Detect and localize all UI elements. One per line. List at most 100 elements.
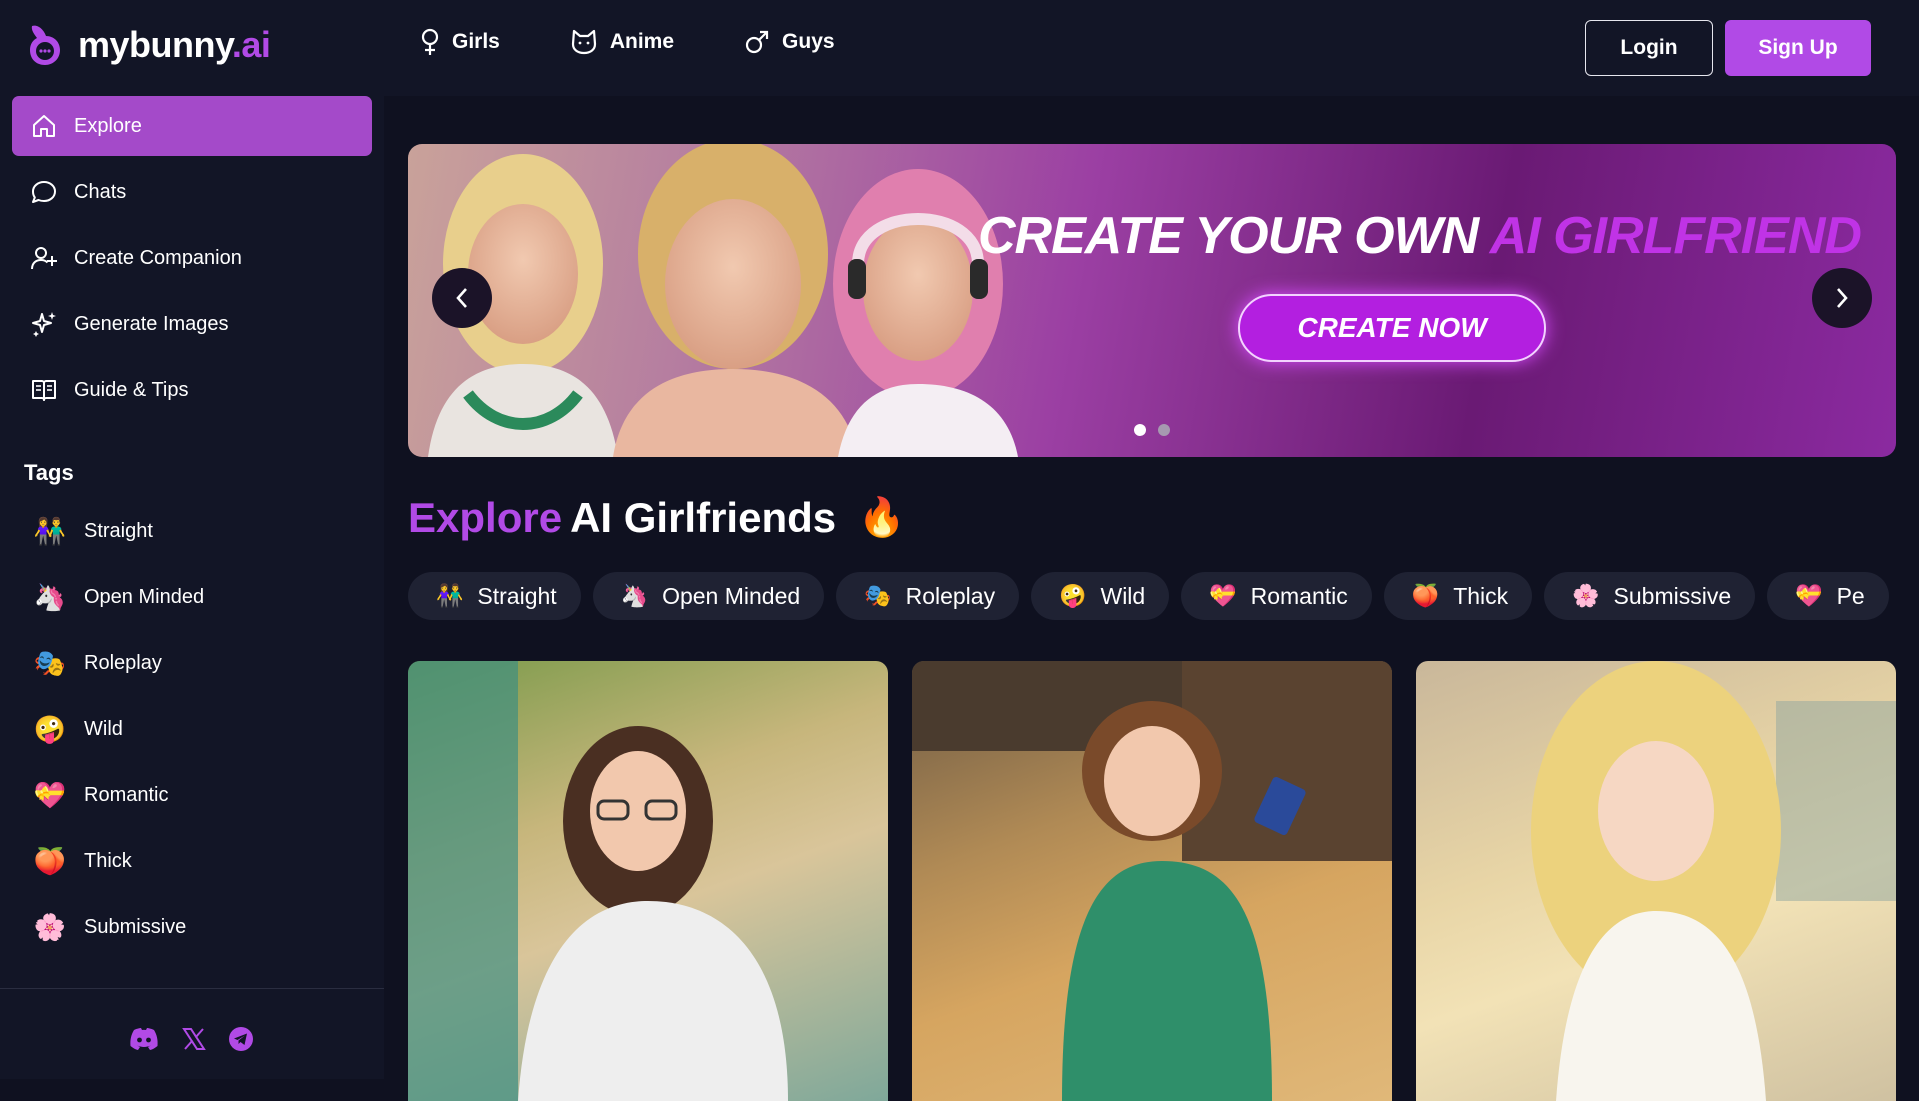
add-user-icon [31, 247, 57, 270]
section-title: Explore AI Girlfriends 🔥 [408, 494, 906, 541]
heart-ribbon-icon: 💝 [1795, 583, 1823, 608]
sidebar: Explore Chats Create Companion Generate … [0, 96, 384, 1079]
chip-thick[interactable]: 🍑 Thick [1383, 572, 1533, 620]
tag-list: 👫 Straight 🦄 Open Minded 🎭 Roleplay 🤪 Wild 💝… [0, 498, 384, 960]
heart-ribbon-icon: 💝 [1209, 583, 1237, 608]
signup-button[interactable]: Sign Up [1725, 20, 1871, 76]
couple-icon: 👫 [436, 583, 464, 608]
hero-banner[interactable]: CREATE YOUR OWN AI GIRLFRIEND CREATE NOW [408, 144, 1896, 457]
chip-submissive[interactable]: 🌸 Submissive [1544, 572, 1756, 620]
sidebar-item-label: Guide & Tips [74, 378, 189, 401]
nav-guys-label: Guys [782, 30, 835, 53]
nav-girls[interactable]: Girls [420, 28, 500, 56]
carousel-dot-1[interactable] [1134, 424, 1146, 436]
chip-open-minded[interactable]: 🦄 Open Minded [592, 572, 825, 620]
sidebar-item-generate-images[interactable]: Generate Images [12, 294, 372, 354]
tag-label: Straight [84, 519, 153, 542]
peach-icon: 🍑 [1411, 583, 1440, 608]
nav-girls-label: Girls [452, 30, 500, 53]
sidebar-item-explore[interactable]: Explore [12, 96, 372, 156]
tag-label: Wild [84, 717, 123, 740]
nav-anime[interactable]: Anime [570, 28, 674, 56]
banner-prev-button[interactable] [432, 268, 492, 328]
carousel-dots [1134, 424, 1170, 436]
sidebar-nav: Explore Chats Create Companion Generate … [0, 96, 384, 420]
tag-open-minded[interactable]: 🦄 Open Minded [0, 564, 384, 630]
carousel-dot-2[interactable] [1158, 424, 1170, 436]
sidebar-item-label: Chats [74, 180, 127, 203]
companion-card[interactable] [408, 661, 888, 1101]
sidebar-divider [0, 988, 384, 989]
companion-grid [408, 661, 1896, 1101]
tag-label: Submissive [84, 915, 187, 938]
sidebar-item-guide-tips[interactable]: Guide & Tips [12, 360, 372, 420]
unicorn-icon: 🦄 [33, 581, 67, 612]
chevron-right-icon [1837, 288, 1848, 308]
theater-masks-icon: 🎭 [864, 583, 892, 608]
tag-chips: 👫 Straight 🦄 Open Minded 🎭 Roleplay 🤪 Wild 💝… [408, 572, 1919, 620]
home-icon [33, 115, 55, 137]
x-icon[interactable] [182, 1027, 206, 1051]
chip-roleplay[interactable]: 🎭 Roleplay [836, 572, 1020, 620]
banner-models-image [428, 144, 1018, 457]
discord-icon[interactable] [128, 1027, 160, 1051]
social-links [128, 1026, 254, 1052]
tag-roleplay[interactable]: 🎭 Roleplay [0, 630, 384, 696]
companion-card[interactable] [912, 661, 1392, 1101]
chat-bubble-icon [32, 181, 56, 203]
sidebar-item-create-companion[interactable]: Create Companion [12, 228, 372, 288]
logo-text: mybunny.ai [78, 24, 271, 65]
banner-title: CREATE YOUR OWN AI GIRLFRIEND [978, 207, 1862, 265]
create-now-button[interactable]: CREATE NOW [1238, 294, 1546, 362]
chip-straight[interactable]: 👫 Straight [408, 572, 581, 620]
login-button[interactable]: Login [1585, 20, 1713, 76]
fire-icon: 🔥 [858, 497, 906, 539]
chip-wild[interactable]: 🤪 Wild [1031, 572, 1170, 620]
sidebar-item-label: Generate Images [74, 312, 229, 335]
cat-face-icon [571, 29, 596, 55]
companion-image [912, 661, 1392, 1101]
nav-anime-label: Anime [609, 30, 675, 53]
main-content: CREATE YOUR OWN AI GIRLFRIEND CREATE NOW… [384, 96, 1919, 1101]
zany-face-icon: 🤪 [33, 713, 67, 744]
nav-guys[interactable]: Guys [744, 28, 835, 56]
tag-label: Thick [84, 849, 132, 872]
zany-face-icon: 🤪 [1059, 583, 1087, 608]
companion-image [1531, 661, 1896, 1101]
bunny-logo-icon [30, 25, 60, 65]
sidebar-item-chats[interactable]: Chats [12, 162, 372, 222]
companion-card[interactable] [1416, 661, 1896, 1101]
top-bar: mybunny.ai Girls Anime Guys Login Sign U… [0, 0, 1919, 96]
book-icon [32, 380, 56, 401]
unicorn-icon: 🦄 [620, 583, 649, 608]
tag-label: Roleplay [84, 651, 162, 674]
tag-submissive[interactable]: 🌸 Submissive [0, 894, 384, 960]
top-nav: Girls Anime Guys [420, 28, 835, 56]
tag-straight[interactable]: 👫 Straight [0, 498, 384, 564]
tag-label: Open Minded [84, 585, 205, 608]
sidebar-item-label: Create Companion [74, 246, 242, 269]
tag-romantic[interactable]: 💝 Romantic [0, 762, 384, 828]
tag-thick[interactable]: 🍑 Thick [0, 828, 384, 894]
cherry-blossom-icon: 🌸 [1572, 583, 1600, 608]
sparkles-icon [32, 312, 56, 337]
male-symbol-icon [745, 30, 769, 54]
sidebar-item-label: Explore [74, 114, 142, 137]
couple-icon: 👫 [33, 515, 67, 546]
banner-next-button[interactable] [1812, 268, 1872, 328]
peach-icon: 🍑 [33, 845, 67, 876]
female-symbol-icon [421, 28, 439, 55]
heart-ribbon-icon: 💝 [33, 779, 67, 810]
cherry-blossom-icon: 🌸 [33, 911, 67, 942]
tags-heading: Tags [24, 460, 74, 485]
tag-wild[interactable]: 🤪 Wild [0, 696, 384, 762]
telegram-icon[interactable] [228, 1026, 254, 1052]
theater-masks-icon: 🎭 [33, 647, 67, 678]
chip-romantic[interactable]: 💝 Romantic [1181, 572, 1372, 620]
logo[interactable]: mybunny.ai [26, 22, 271, 68]
chip-partial[interactable]: 💝 Pe [1767, 572, 1889, 620]
auth-buttons: Login Sign Up [1585, 20, 1871, 76]
tag-label: Romantic [84, 783, 169, 806]
chevron-left-icon [456, 288, 467, 308]
companion-image [408, 661, 788, 1101]
